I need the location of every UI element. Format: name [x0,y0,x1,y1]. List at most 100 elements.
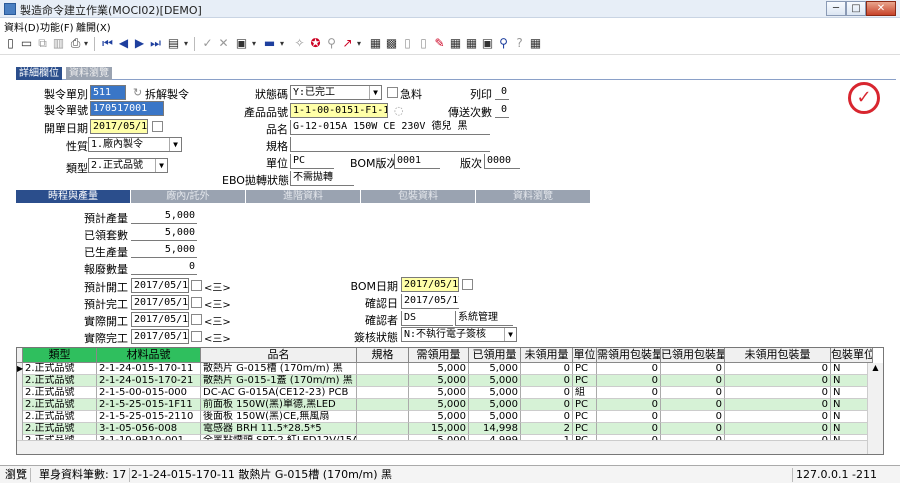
table-cell[interactable]: 0 [597,423,661,435]
table-cell[interactable] [357,423,409,435]
dropdown-icon[interactable]: ▾ [250,36,258,51]
table-cell[interactable]: 2 [521,423,573,435]
import-icon[interactable]: ▬ [262,36,277,51]
table-cell[interactable]: DC-AC G-015A(CE12-23) PCB [201,387,357,399]
grid-icon[interactable]: ▦ [368,36,383,51]
table-cell[interactable]: 0 [521,375,573,387]
tab-browse[interactable]: 資料瀏覽 [66,67,112,80]
preview-icon[interactable]: ▭ [19,36,34,51]
column-header[interactable]: 已領用量 [469,348,521,363]
scroll-up-icon[interactable]: ▲ [868,363,883,372]
table-cell[interactable]: 0 [725,363,831,375]
link-icon[interactable]: ↗ [340,36,355,51]
lookup-icon[interactable]: ◌ [394,104,404,117]
table-cell[interactable] [357,411,409,423]
date-picker-icon[interactable] [191,280,202,291]
copy-icon[interactable]: ⧉ [35,36,50,51]
dropdown-icon[interactable]: ▾ [355,36,363,51]
urgent-checkbox[interactable] [387,87,398,98]
table-cell[interactable]: 2-1-5-25-015-2110 [97,411,201,423]
actual-end-field[interactable]: 2017/05/17 [131,329,189,344]
date-picker-icon[interactable] [462,279,473,290]
table-cell[interactable]: 2-1-24-015-170-21 [97,375,201,387]
open-date-field[interactable]: 2017/05/17 [90,119,148,134]
table-cell[interactable]: 後面板 150W(黑)CE,無風扇 [201,411,357,423]
tab-data-browse[interactable]: 資料瀏覽 [476,190,590,203]
table-cell[interactable]: 0 [597,411,661,423]
table-cell[interactable]: 0 [725,375,831,387]
table-cell[interactable]: 5,000 [469,411,521,423]
table-cell[interactable]: 0 [521,363,573,375]
table-cell[interactable]: 組 [573,387,597,399]
sheet-icon[interactable]: ▦ [448,36,463,51]
order-type-field[interactable]: 511 [90,85,126,100]
table-cell[interactable]: 0 [661,387,725,399]
table-cell[interactable]: 0 [661,375,725,387]
table-cell[interactable]: 3-1-05-056-008 [97,423,201,435]
column-header[interactable]: 未領用量 [521,348,573,363]
next-icon[interactable]: ▶ [132,36,147,51]
cancel-icon[interactable]: ✕ [216,36,231,51]
table-cell[interactable]: 0 [725,423,831,435]
table-cell[interactable]: 15,000 [409,423,469,435]
table-cell[interactable]: 散熱片 G-015-1蓋 (170m/m) 黑 [201,375,357,387]
table-cell[interactable]: 2.正式品號 [23,363,97,375]
tab-packaging[interactable]: 包裝資料 [361,190,475,203]
menu-exit[interactable]: 離開(X) [76,19,111,34]
last-icon[interactable]: ⏭ [148,36,163,51]
help-icon[interactable]: ? [512,36,527,51]
table-cell[interactable]: 2.正式品號 [23,387,97,399]
date-picker-icon[interactable] [191,297,202,308]
table-cell[interactable]: 14,998 [469,423,521,435]
sheet2-icon[interactable]: ▦ [464,36,479,51]
date-picker-icon[interactable] [191,331,202,342]
product-field[interactable]: 1-1-00-0151-F1-16 [290,103,388,118]
layout-icon[interactable]: ▩ [384,36,399,51]
column-header[interactable]: 已領用包裝量 [661,348,725,363]
maximize-button[interactable]: □ [846,1,866,16]
date-picker-icon[interactable] [152,121,163,132]
column-header[interactable]: 需領用量 [409,348,469,363]
table-cell[interactable]: 0 [521,399,573,411]
doc2-icon[interactable]: ▯ [416,36,431,51]
table-cell[interactable]: 0 [661,399,725,411]
tools-icon[interactable]: ✪ [308,36,323,51]
zoom-icon[interactable]: ▣ [480,36,495,51]
dropdown-icon[interactable]: ▾ [278,36,286,51]
column-header[interactable]: 材料品號 [97,348,201,363]
column-header[interactable]: 類型 [23,348,97,363]
tab-detail[interactable]: 詳細欄位 [16,67,62,80]
close-button[interactable]: ✕ [866,1,896,16]
table-cell[interactable]: 0 [725,411,831,423]
table-cell[interactable]: 5,000 [409,363,469,375]
column-header[interactable]: 品名 [201,348,357,363]
date-picker-icon[interactable] [191,314,202,325]
table-cell[interactable]: 5,000 [409,375,469,387]
column-header[interactable]: 單位 [573,348,597,363]
confirm-icon[interactable]: ✓ [200,36,215,51]
category-select[interactable]: 2.正式品號 ▼ [88,158,168,173]
table-cell[interactable]: 2.正式品號 [23,375,97,387]
export-icon[interactable]: ▣ [234,36,249,51]
first-icon[interactable]: ⏮ [100,36,115,51]
table-cell[interactable]: 0 [725,399,831,411]
material-grid[interactable]: 類型 材料品號 品名 規格 需領用量 已領用量 未領用量 單位 需領用包裝量 已領用包裝量 未領用包… [16,347,884,455]
settings-icon[interactable]: ✧ [292,36,307,51]
table-cell[interactable] [357,387,409,399]
actual-start-field[interactable]: 2017/05/17 [131,312,189,327]
sign-status-select[interactable]: N:不執行電子簽核 ▼ [401,327,517,342]
dropdown-icon[interactable]: ▾ [82,36,90,51]
table-cell[interactable]: 0 [725,387,831,399]
column-header[interactable]: 規格 [357,348,409,363]
tab-advanced[interactable]: 進階資料 [246,190,360,203]
query-icon[interactable]: ▤ [166,36,181,51]
table-cell[interactable]: 5,000 [409,399,469,411]
table-cell[interactable] [357,375,409,387]
horizontal-scrollbar[interactable] [17,440,867,454]
table-cell[interactable]: 散熱片 G-015槽 (170m/m) 黑 [201,363,357,375]
table-cell[interactable]: 0 [521,411,573,423]
search-icon[interactable]: ⚲ [496,36,511,51]
table-cell[interactable]: 2-1-24-015-170-11 [97,363,201,375]
table-cell[interactable]: 2.正式品號 [23,399,97,411]
minimize-button[interactable]: ─ [826,1,846,16]
